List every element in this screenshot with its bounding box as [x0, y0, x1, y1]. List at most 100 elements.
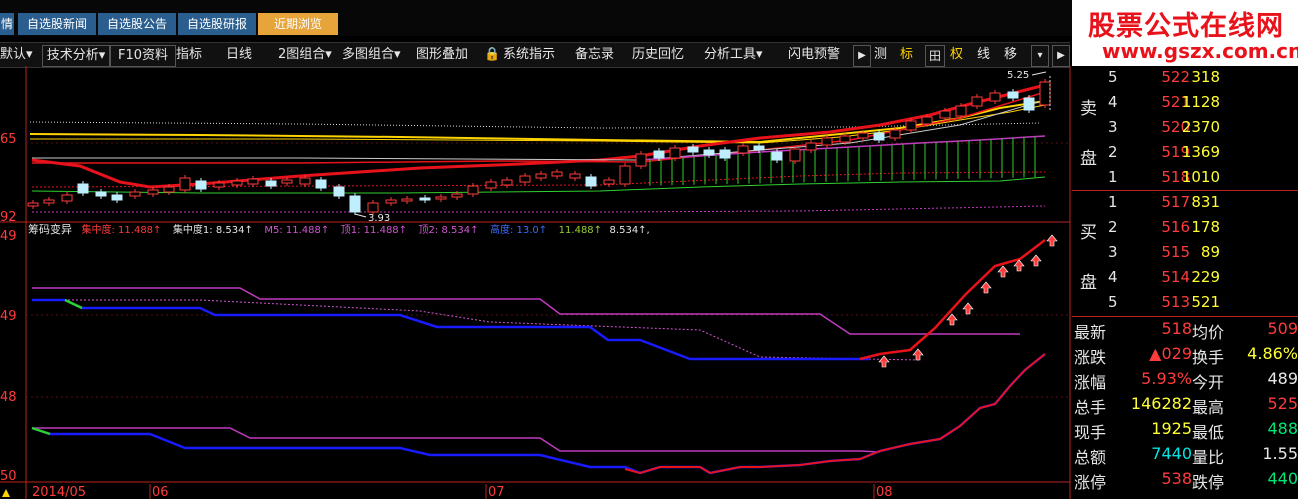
candlestick	[619, 165, 631, 185]
candlestick	[419, 197, 431, 201]
buy-row[interactable]: 5 513 521	[1072, 293, 1298, 318]
stat-label: 涨跌	[1074, 348, 1107, 367]
candlestick	[265, 180, 277, 187]
buy-row[interactable]: 3 515 89	[1072, 243, 1298, 268]
quote-row: 总手 146282 最高 525	[1072, 394, 1298, 419]
stat-value: 1925	[1151, 419, 1192, 438]
candlestick	[771, 151, 783, 161]
bid-volume: 89	[1200, 243, 1220, 261]
buy-arrow-icon	[1013, 259, 1025, 272]
candlestick	[1007, 91, 1019, 99]
candlestick	[905, 120, 917, 131]
candlestick	[789, 148, 801, 162]
indicator-legend: 筹码变异 集中度: 11.488↑ 集中度1: 8.534↑ M5: 11.48…	[28, 222, 650, 236]
level-number: 4	[1108, 93, 1118, 111]
blue-step-line-lower	[31, 353, 1046, 475]
quote-row: 现手 1925 最低 488	[1072, 419, 1298, 444]
low-price-label: 3.93	[368, 213, 390, 224]
stat-label: 现手	[1074, 423, 1107, 442]
candlestick	[467, 185, 479, 195]
candlestick	[569, 173, 581, 179]
candlestick	[299, 177, 311, 185]
date-label: 06	[152, 485, 169, 499]
green-step-segments-lower	[31, 426, 51, 436]
candlestick	[195, 180, 207, 190]
candlestick	[77, 183, 89, 194]
ask-volume: 1128	[1181, 93, 1220, 111]
quote-row: 最新 518 均价 509	[1072, 319, 1298, 344]
buy-arrow-icon	[980, 281, 992, 294]
indicator-axis-label: 49	[0, 229, 17, 244]
indicator-pane: 筹码变异 集中度: 11.488↑ 集中度1: 8.534↑ M5: 11.48…	[0, 222, 1058, 484]
stat-label: 量比	[1192, 448, 1225, 467]
legend-item: 集中度: 11.488↑	[82, 223, 162, 236]
stat-value: 146282	[1130, 394, 1192, 413]
candlestick	[603, 179, 615, 185]
candlestick	[989, 92, 1001, 102]
magenta-step-line-lower	[32, 427, 881, 453]
sell-row[interactable]: 2 519 1369	[1072, 143, 1298, 168]
stat-value: 440	[1267, 469, 1298, 488]
legend-item: 8.534↑,	[610, 225, 650, 236]
stat-value: ▲029	[1149, 344, 1192, 363]
stat-value: 488	[1267, 419, 1298, 438]
indicator-axis-label: 49	[0, 309, 17, 324]
level-number: 2	[1108, 143, 1118, 161]
level-number: 3	[1108, 243, 1118, 261]
candlestick	[435, 196, 447, 200]
candlestick	[385, 199, 397, 204]
candlestick	[147, 189, 159, 195]
bid-volume: 831	[1191, 193, 1220, 211]
quote-row: 总额 7440 量比 1.55	[1072, 444, 1298, 469]
candlestick	[179, 177, 191, 191]
candlestick	[451, 193, 463, 198]
stat-label: 跌停	[1192, 473, 1225, 492]
legend-item: 集中度1: 8.534↑	[173, 223, 253, 236]
candlestick	[687, 146, 699, 153]
candlestick	[27, 202, 39, 207]
candlestick	[1023, 97, 1035, 111]
level-number: 3	[1108, 118, 1118, 136]
legend-item: 11.488↑	[559, 225, 602, 236]
candlestick	[247, 178, 259, 185]
buy-row[interactable]: 2 516 178	[1072, 218, 1298, 243]
buy-arrow-group	[878, 234, 1058, 368]
candlestick	[231, 180, 243, 186]
sell-row[interactable]: 3 520 2370	[1072, 118, 1298, 143]
bid-volume: 229	[1191, 268, 1220, 286]
green-step-segments	[64, 298, 83, 310]
sell-row[interactable]: 5 522 318	[1072, 68, 1298, 93]
candlestick	[129, 191, 141, 197]
legend-item: 顶1: 11.488↑	[341, 224, 407, 236]
level-number: 1	[1108, 193, 1118, 211]
stat-label: 涨幅	[1074, 373, 1107, 392]
stat-value: 489	[1267, 369, 1298, 388]
indicator-axis-label: 48	[0, 390, 17, 405]
stat-value: 538	[1161, 469, 1192, 488]
candlestick	[635, 153, 647, 167]
stat-label: 今开	[1192, 373, 1225, 392]
buy-row[interactable]: 4 514 229	[1072, 268, 1298, 293]
buy-row[interactable]: 1 517 831	[1072, 193, 1298, 218]
legend-item: 高度: 13.0↑	[490, 223, 547, 236]
ask-volume: 2370	[1181, 118, 1220, 136]
red-rise-line	[859, 239, 1046, 361]
low-price-pointer	[354, 213, 367, 218]
bid-volume: 521	[1191, 293, 1220, 311]
candlestick	[61, 194, 73, 202]
red-ma-line-2	[32, 91, 1046, 164]
high-price-pointer	[1031, 71, 1047, 76]
candlestick	[163, 186, 175, 193]
candlestick	[585, 176, 597, 187]
sell-row[interactable]: 1 518 1010	[1072, 168, 1298, 193]
buy-arrow-icon	[912, 348, 924, 361]
stat-value: 1.55	[1262, 444, 1298, 463]
candlestick	[315, 179, 327, 189]
sell-row[interactable]: 4 521 1128	[1072, 93, 1298, 118]
stat-value: 518	[1161, 319, 1192, 338]
candlestick	[333, 186, 345, 197]
level-number: 2	[1108, 218, 1118, 236]
candlestick	[367, 202, 379, 213]
magenta-dotted-line	[32, 205, 1046, 213]
price-axis-label: 65	[0, 132, 17, 147]
